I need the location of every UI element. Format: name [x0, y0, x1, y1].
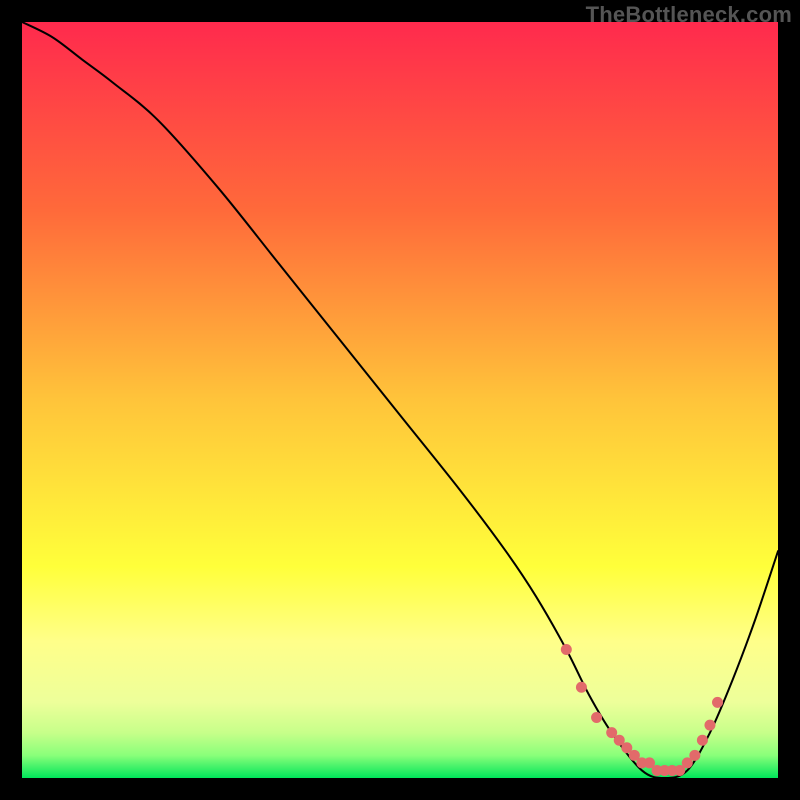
sweet-spot-dot	[576, 682, 587, 693]
bottleneck-chart	[0, 0, 800, 800]
sweet-spot-dot	[697, 735, 708, 746]
watermark-text: TheBottleneck.com	[586, 2, 792, 28]
sweet-spot-dot	[712, 697, 723, 708]
sweet-spot-dot	[561, 644, 572, 655]
sweet-spot-dot	[591, 712, 602, 723]
sweet-spot-dot	[689, 750, 700, 761]
sweet-spot-dot	[704, 720, 715, 731]
chart-background	[22, 22, 778, 778]
